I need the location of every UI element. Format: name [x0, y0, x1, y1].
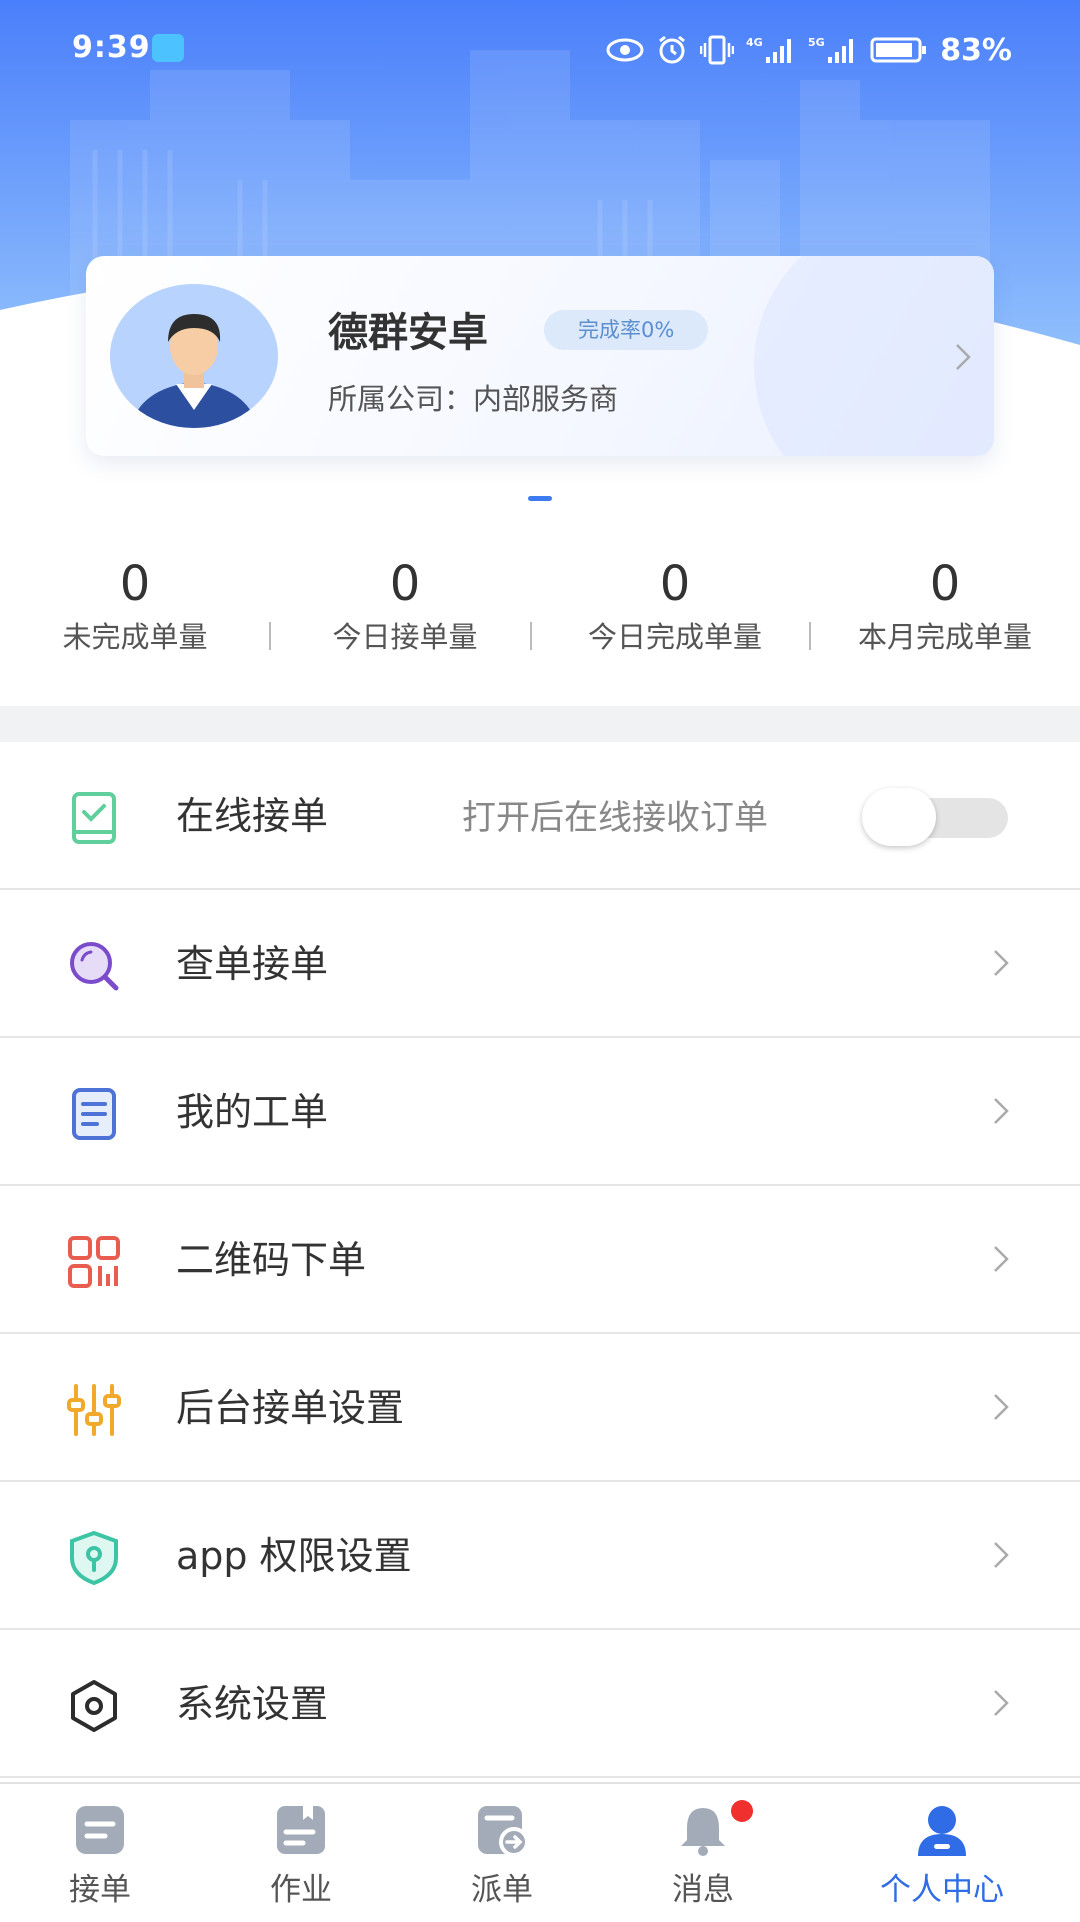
eye-icon: [606, 38, 644, 62]
bottom-tab-bar: 接单 作业 派单 消息 个人中心: [0, 1782, 1080, 1920]
carousel-indicator: [528, 496, 552, 501]
stat-value: 0: [119, 556, 151, 612]
tab-work[interactable]: 作业: [201, 1784, 401, 1922]
sliders-icon: [67, 1384, 121, 1436]
menu-item-system-settings[interactable]: 系统设置: [0, 1630, 1080, 1778]
dispatch-icon: [478, 1806, 529, 1857]
stat-label: 今日完成单量: [587, 620, 762, 654]
chevron-right-icon: [994, 1690, 1009, 1716]
tab-label: 接单: [69, 1872, 131, 1908]
stat-label: 未完成单量: [62, 620, 208, 654]
status-time: 9:39: [72, 30, 151, 65]
search-icon: [70, 942, 119, 991]
svg-text:4G: 4G: [746, 36, 763, 49]
chevron-right-icon: [956, 344, 971, 370]
chevron-right-icon: [994, 950, 1009, 976]
stat-value: 0: [389, 556, 421, 612]
stat-separator: [269, 622, 271, 650]
signal-5g-icon: 5G: [808, 36, 854, 63]
menu-label: 在线接单: [176, 794, 329, 838]
tab-label: 个人中心: [880, 1872, 1004, 1908]
menu-item-app-permissions[interactable]: app 权限设置: [0, 1482, 1080, 1630]
chevron-right-icon: [994, 1246, 1009, 1272]
tab-label: 派单: [471, 1872, 533, 1908]
stat-label: 本月完成单量: [857, 620, 1032, 654]
signal-4g-icon: 4G: [746, 36, 792, 63]
menu-label: 查单接单: [176, 942, 329, 986]
menu-item-search-orders[interactable]: 查单接单: [0, 890, 1080, 1038]
notification-badge: [731, 1800, 753, 1822]
user-name: 德群安卓: [328, 310, 488, 356]
menu-label: 二维码下单: [176, 1238, 367, 1282]
status-bar: 9:39 4G 5G 83%: [0, 0, 1080, 100]
menu-item-background-order-settings[interactable]: 后台接单设置: [0, 1334, 1080, 1482]
battery-icon: [870, 37, 927, 63]
avatar: [110, 284, 278, 428]
stat-separator: [530, 622, 532, 650]
document-icon: [72, 1088, 116, 1140]
tab-label: 消息: [672, 1872, 734, 1908]
settings-menu: 在线接单 打开后在线接收订单 查单接单 我的工单 二维码下单 后台接单设置 ap…: [0, 742, 1080, 1778]
profile-card[interactable]: 德群安卓 完成率0% 所属公司：内部服务商: [86, 256, 994, 456]
tab-personal-center[interactable]: 个人中心: [842, 1784, 1042, 1922]
chevron-right-icon: [994, 1098, 1009, 1124]
battery-percent: 83%: [940, 32, 1012, 68]
chevron-right-icon: [994, 1542, 1009, 1568]
svg-text:5G: 5G: [808, 36, 825, 49]
stat-label: 今日接单量: [332, 620, 478, 654]
stat-unfinished[interactable]: 0 未完成单量: [15, 552, 255, 658]
stat-today-received[interactable]: 0 今日接单量: [285, 552, 525, 658]
company-label: 所属公司：: [328, 382, 474, 416]
menu-item-my-work-orders[interactable]: 我的工单: [0, 1038, 1080, 1186]
status-icons: 4G 5G 83%: [606, 28, 1012, 72]
online-toggle-hint: 打开后在线接收订单: [462, 798, 768, 838]
menu-label: 系统设置: [176, 1682, 329, 1726]
company-line: 所属公司：内部服务商: [328, 376, 618, 418]
order-icon: [76, 1806, 124, 1854]
stats-row: 0 未完成单量 0 今日接单量 0 今日完成单量 0 本月完成单量: [0, 552, 1080, 662]
menu-label: 我的工单: [176, 1090, 329, 1134]
tab-label: 作业: [270, 1872, 332, 1908]
stat-separator: [809, 622, 811, 650]
order-check-icon: [72, 792, 116, 844]
shield-icon: [70, 1530, 118, 1586]
tab-messages[interactable]: 消息: [603, 1784, 803, 1922]
menu-label: app 权限设置: [176, 1534, 412, 1578]
menu-item-qr-order[interactable]: 二维码下单: [0, 1186, 1080, 1334]
stat-month-completed[interactable]: 0 本月完成单量: [825, 552, 1065, 658]
menu-item-online-orders: 在线接单 打开后在线接收订单: [0, 742, 1080, 890]
company-value: 内部服务商: [473, 382, 619, 416]
bell-icon: [681, 1808, 725, 1856]
section-divider: [0, 706, 1080, 742]
completion-rate-badge: 完成率0%: [544, 310, 709, 350]
menu-label: 后台接单设置: [176, 1386, 405, 1430]
user-icon: [918, 1806, 966, 1856]
settings-hexagon-icon: [71, 1680, 117, 1732]
toggle-knob: [862, 788, 936, 846]
stat-value: 0: [659, 556, 691, 612]
tab-order[interactable]: 接单: [0, 1784, 200, 1922]
chevron-right-icon: [994, 1394, 1009, 1420]
qr-code-icon: [68, 1236, 120, 1288]
app-notification-icon: [152, 34, 184, 62]
tab-dispatch[interactable]: 派单: [402, 1784, 602, 1922]
alarm-icon: [659, 35, 686, 64]
stat-value: 0: [929, 556, 961, 612]
online-orders-toggle[interactable]: [862, 788, 1008, 846]
task-icon: [277, 1806, 325, 1854]
stat-today-completed[interactable]: 0 今日完成单量: [555, 552, 795, 658]
vibrate-icon: [700, 35, 735, 65]
